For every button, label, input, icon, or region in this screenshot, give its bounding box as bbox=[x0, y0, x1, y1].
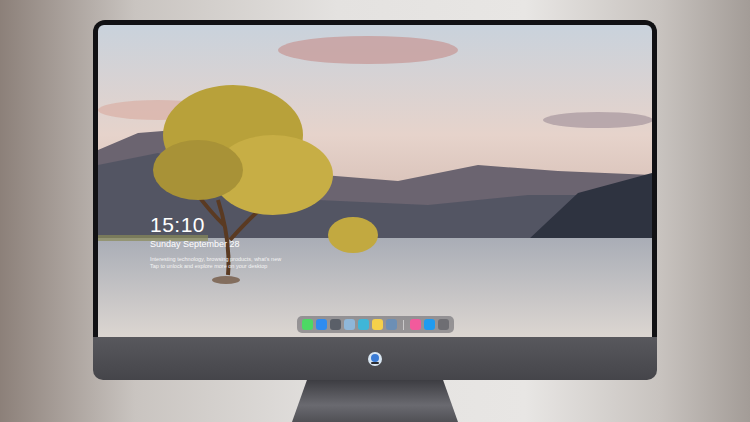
wallpaper-photo bbox=[98, 25, 652, 337]
dock-app-icon[interactable] bbox=[386, 319, 397, 330]
dock-app-icon[interactable] bbox=[424, 319, 435, 330]
caption-line: Interesting technology, browsing product… bbox=[150, 256, 652, 263]
clock: 15:10 bbox=[150, 213, 652, 237]
page: 15:10 Sunday September 28 Interesting tech… bbox=[0, 0, 750, 422]
dock bbox=[297, 316, 454, 333]
dock-app-icon[interactable] bbox=[302, 319, 313, 330]
brand-logo-icon bbox=[367, 351, 383, 367]
monitor-bezel: 15:10 Sunday September 28 Interesting tech… bbox=[93, 20, 657, 337]
dock-app-icon[interactable] bbox=[330, 319, 341, 330]
caption-line: Tap to unlock and explore more on your d… bbox=[150, 263, 652, 270]
lock-screen[interactable]: 15:10 Sunday September 28 Interesting tech… bbox=[98, 25, 652, 337]
monitor-chin bbox=[93, 337, 657, 380]
dock-app-icon[interactable] bbox=[344, 319, 355, 330]
monitor: 15:10 Sunday September 28 Interesting tech… bbox=[93, 0, 657, 422]
dock-app-icon[interactable] bbox=[358, 319, 369, 330]
dock-app-icon[interactable] bbox=[438, 319, 449, 330]
lock-info: 15:10 Sunday September 28 Interesting tech… bbox=[150, 213, 652, 270]
dock-separator bbox=[403, 320, 404, 330]
caption: Interesting technology, browsing product… bbox=[150, 256, 652, 270]
dock-app-icon[interactable] bbox=[372, 319, 383, 330]
dock-app-icon[interactable] bbox=[410, 319, 421, 330]
dock-app-icon[interactable] bbox=[316, 319, 327, 330]
date: Sunday September 28 bbox=[150, 239, 652, 250]
monitor-stand bbox=[292, 380, 458, 422]
